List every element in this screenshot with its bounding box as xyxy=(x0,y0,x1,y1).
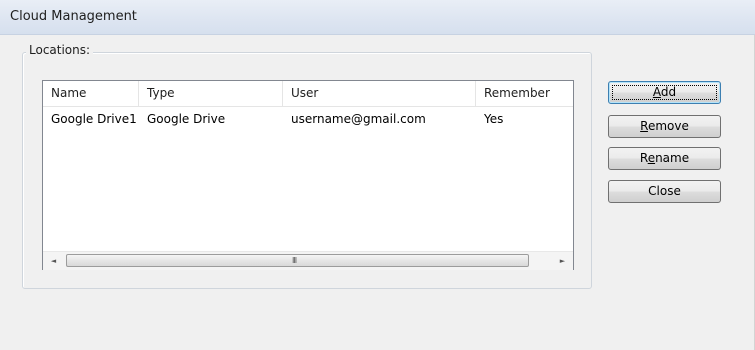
window-title: Cloud Management xyxy=(10,9,137,24)
title-bar[interactable]: Cloud Management xyxy=(0,0,755,35)
locations-group-label: Locations: xyxy=(26,43,94,57)
cell-name: Google Drive1 xyxy=(51,112,137,126)
list-item[interactable]: Google Drive1 Google Drive username@gmai… xyxy=(43,109,573,129)
column-header-name[interactable]: Name xyxy=(43,81,139,106)
column-header-user[interactable]: User xyxy=(283,81,476,106)
cell-type: Google Drive xyxy=(147,112,226,126)
rename-button-label: Rename xyxy=(639,151,690,165)
list-header: Name Type User Remember xyxy=(43,81,573,107)
scroll-right-icon[interactable]: ► xyxy=(554,252,571,270)
locations-list[interactable]: Name Type User Remember Google Drive1 Go… xyxy=(42,80,574,270)
scrollbar-thumb[interactable]: III xyxy=(66,254,529,267)
column-header-type[interactable]: Type xyxy=(139,81,283,106)
rename-button[interactable]: Rename xyxy=(608,147,721,170)
remove-button[interactable]: Remove xyxy=(608,115,721,138)
cloud-management-dialog: Cloud Management Locations: Name Type Us… xyxy=(0,0,755,350)
cell-user: username@gmail.com xyxy=(291,112,426,126)
scroll-left-icon[interactable]: ◄ xyxy=(45,252,62,270)
close-button[interactable]: Close xyxy=(608,180,721,203)
remove-button-label: Remove xyxy=(640,119,689,133)
close-button-label: Close xyxy=(648,184,681,198)
cell-remember: Yes xyxy=(484,112,504,126)
column-header-remember[interactable]: Remember xyxy=(476,81,573,106)
horizontal-scrollbar[interactable]: ◄ III ► xyxy=(43,251,573,270)
add-button-label: Add xyxy=(652,85,677,99)
grip-icon: III xyxy=(292,256,297,265)
add-button[interactable]: Add xyxy=(608,81,721,104)
